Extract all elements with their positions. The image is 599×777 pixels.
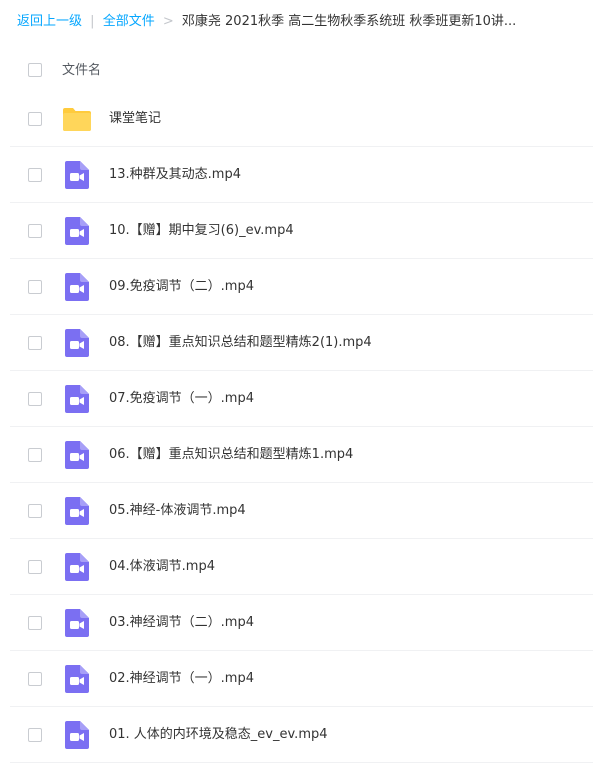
file-checkbox[interactable] bbox=[28, 560, 42, 574]
file-checkbox[interactable] bbox=[28, 280, 42, 294]
breadcrumb: 返回上一级 | 全部文件 > 邓康尧 2021秋季 高二生物秋季系统班 秋季班更… bbox=[17, 11, 592, 33]
file-checkbox[interactable] bbox=[28, 224, 42, 238]
file-row[interactable]: 02.神经调节（一）.mp4 bbox=[0, 651, 599, 707]
back-link[interactable]: 返回上一级 bbox=[17, 14, 82, 29]
file-name[interactable]: 13.种群及其动态.mp4 bbox=[109, 165, 241, 185]
file-checkbox[interactable] bbox=[28, 392, 42, 406]
file-checkbox[interactable] bbox=[28, 616, 42, 630]
file-name[interactable]: 07.免疫调节（一）.mp4 bbox=[109, 389, 254, 409]
video-icon bbox=[62, 552, 92, 582]
file-name[interactable]: 01. 人体的内环境及稳态_ev_ev.mp4 bbox=[109, 725, 328, 745]
file-row[interactable]: 07.免疫调节（一）.mp4 bbox=[0, 371, 599, 427]
video-icon bbox=[62, 440, 92, 470]
file-row[interactable]: 04.体液调节.mp4 bbox=[0, 539, 599, 595]
file-name[interactable]: 09.免疫调节（二）.mp4 bbox=[109, 277, 254, 297]
file-checkbox[interactable] bbox=[28, 448, 42, 462]
file-row[interactable]: 01. 人体的内环境及稳态_ev_ev.mp4 bbox=[0, 707, 599, 763]
file-row[interactable]: 08.【赠】重点知识总结和题型精炼2(1).mp4 bbox=[0, 315, 599, 371]
video-icon bbox=[62, 272, 92, 302]
file-row[interactable]: 课堂笔记 bbox=[0, 91, 599, 147]
file-checkbox[interactable] bbox=[28, 504, 42, 518]
file-checkbox[interactable] bbox=[28, 672, 42, 686]
breadcrumb-separator: | bbox=[90, 14, 95, 29]
file-list-header: 文件名 bbox=[0, 50, 599, 90]
file-name[interactable]: 05.神经-体液调节.mp4 bbox=[109, 501, 246, 521]
file-checkbox[interactable] bbox=[28, 168, 42, 182]
file-name[interactable]: 04.体液调节.mp4 bbox=[109, 557, 215, 577]
folder-icon bbox=[62, 104, 92, 134]
breadcrumb-current-folder: 邓康尧 2021秋季 高二生物秋季系统班 秋季班更新10讲... bbox=[181, 14, 517, 29]
video-icon bbox=[62, 216, 92, 246]
file-name[interactable]: 03.神经调节（二）.mp4 bbox=[109, 613, 254, 633]
file-list: 课堂笔记 13.种群及其动态.mp4 10.【赠】期中复习(6)_ev.mp4 … bbox=[0, 91, 599, 763]
file-row[interactable]: 06.【赠】重点知识总结和题型精炼1.mp4 bbox=[0, 427, 599, 483]
file-name[interactable]: 08.【赠】重点知识总结和题型精炼2(1).mp4 bbox=[109, 333, 372, 353]
file-checkbox[interactable] bbox=[28, 336, 42, 350]
select-all-checkbox[interactable] bbox=[28, 63, 42, 77]
column-header-filename: 文件名 bbox=[62, 63, 102, 78]
file-name[interactable]: 课堂笔记 bbox=[109, 109, 161, 129]
breadcrumb-chevron: > bbox=[162, 14, 174, 29]
file-row[interactable]: 09.免疫调节（二）.mp4 bbox=[0, 259, 599, 315]
video-icon bbox=[62, 608, 92, 638]
video-icon bbox=[62, 496, 92, 526]
video-icon bbox=[62, 720, 92, 750]
file-row[interactable]: 13.种群及其动态.mp4 bbox=[0, 147, 599, 203]
all-files-link[interactable]: 全部文件 bbox=[103, 14, 155, 29]
video-icon bbox=[62, 664, 92, 694]
file-name[interactable]: 06.【赠】重点知识总结和题型精炼1.mp4 bbox=[109, 445, 353, 465]
file-name[interactable]: 02.神经调节（一）.mp4 bbox=[109, 669, 254, 689]
file-row[interactable]: 05.神经-体液调节.mp4 bbox=[0, 483, 599, 539]
file-row[interactable]: 03.神经调节（二）.mp4 bbox=[0, 595, 599, 651]
file-row[interactable]: 10.【赠】期中复习(6)_ev.mp4 bbox=[0, 203, 599, 259]
file-checkbox[interactable] bbox=[28, 112, 42, 126]
file-name[interactable]: 10.【赠】期中复习(6)_ev.mp4 bbox=[109, 221, 294, 241]
video-icon bbox=[62, 160, 92, 190]
file-checkbox[interactable] bbox=[28, 728, 42, 742]
video-icon bbox=[62, 328, 92, 358]
video-icon bbox=[62, 384, 92, 414]
